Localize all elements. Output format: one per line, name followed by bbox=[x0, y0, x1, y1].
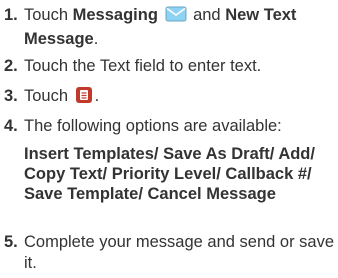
step-text: The following options are available: Ins… bbox=[24, 116, 336, 204]
step-number: 3. bbox=[4, 87, 18, 105]
step-number: 5. bbox=[4, 233, 18, 251]
menu-key-icon bbox=[75, 86, 93, 110]
step-number: 4. bbox=[4, 117, 18, 135]
instructions-document: 1. Touch Messaging and New Text Message.… bbox=[0, 0, 338, 278]
envelope-icon bbox=[165, 5, 187, 29]
step-number: 1. bbox=[4, 6, 18, 24]
step-text: Touch Messaging and New Text Message. bbox=[24, 5, 297, 48]
step-text: Complete your message and send or save i… bbox=[24, 233, 335, 272]
messaging-label: Messaging bbox=[72, 6, 158, 24]
step-number: 2. bbox=[4, 57, 18, 75]
step-text: Touch the Text field to enter text. bbox=[24, 57, 262, 75]
step-text: Touch . bbox=[24, 86, 336, 110]
options-list: Insert Templates/ Save As Draft/ Add/ Co… bbox=[24, 145, 315, 203]
